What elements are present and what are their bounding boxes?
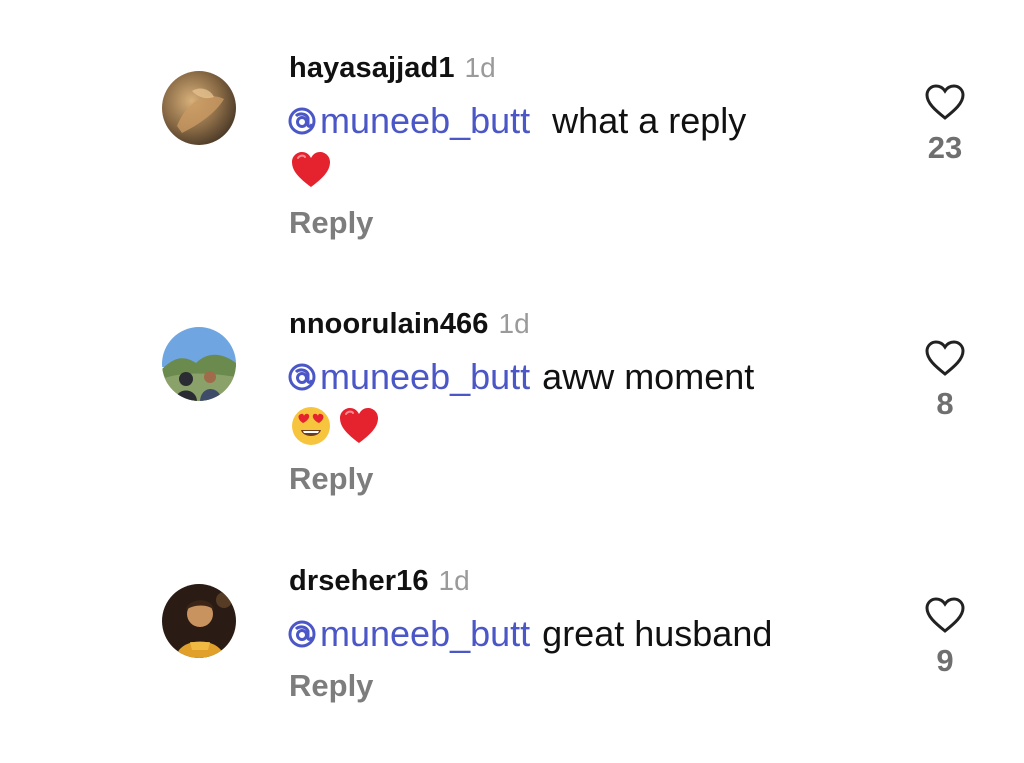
comment-text: aww moment [542,356,755,397]
mention-username: muneeb_butt [320,356,531,397]
red-heart-emoji-icon [340,408,378,443]
comment-text: what a reply [552,100,747,141]
comment-text: great husband [542,613,773,654]
heart-outline-icon[interactable] [923,338,967,378]
mention-username: muneeb_butt [320,613,531,654]
threads-at-icon [288,107,316,135]
avatar[interactable] [162,584,236,658]
comment-item: drseher16 1d muneeb_butt great husband R… [0,513,1024,763]
username[interactable]: nnoorulain466 [289,308,489,341]
avatar[interactable] [162,71,236,145]
username[interactable]: drseher16 [289,565,429,598]
username[interactable]: hayasajjad1 [289,52,455,85]
like-count: 23 [927,130,963,165]
mention-username: muneeb_butt [320,100,531,141]
reply-button[interactable]: Reply [289,461,373,497]
heart-eyes-emoji-icon [292,407,330,445]
timestamp: 1d [438,565,470,596]
emoji-line [289,404,381,448]
like-control: 23 [920,82,970,166]
reply-button[interactable]: Reply [289,668,373,704]
threads-at-icon [288,620,316,648]
emoji-line [289,148,333,192]
comment-item: hayasajjad1 1d muneeb_butt what a reply … [0,0,1024,250]
comment-text-line: muneeb_butt great husband [287,613,772,655]
mention-link[interactable]: muneeb_butt [287,356,530,398]
comment-item: nnoorulain466 1d muneeb_butt aww moment … [0,256,1024,506]
like-control: 9 [920,595,970,679]
timestamp: 1d [498,308,530,339]
comment-text-line: muneeb_butt aww moment [287,356,754,398]
heart-outline-icon[interactable] [923,595,967,635]
timestamp: 1d [464,52,496,83]
like-count: 9 [936,643,954,678]
like-control: 8 [920,338,970,422]
avatar[interactable] [162,327,236,401]
like-count: 8 [936,386,954,421]
mention-link[interactable]: muneeb_butt [287,100,530,142]
reply-button[interactable]: Reply [289,205,373,241]
mention-link[interactable]: muneeb_butt [287,613,530,655]
comment-text-line: muneeb_butt what a reply [287,100,746,142]
red-heart-emoji-icon [292,152,330,187]
heart-outline-icon[interactable] [923,82,967,122]
threads-at-icon [288,363,316,391]
